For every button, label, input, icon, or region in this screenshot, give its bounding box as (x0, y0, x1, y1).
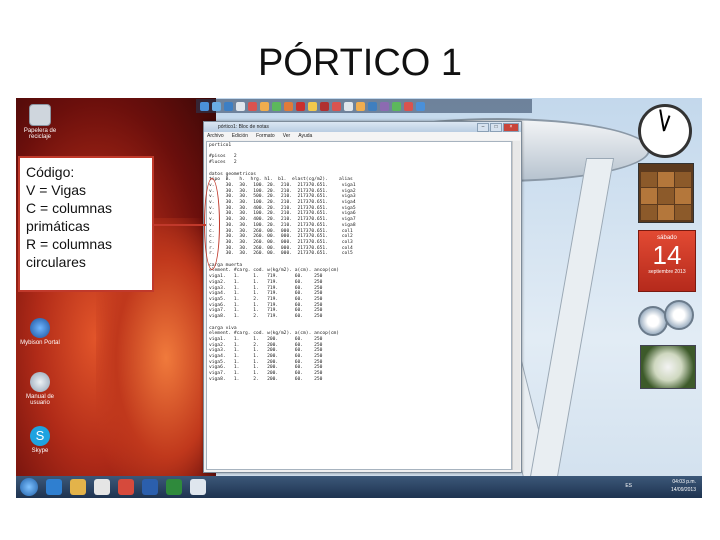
app-icon[interactable] (332, 101, 341, 111)
start-button[interactable] (20, 478, 38, 496)
recycle-bin-icon (29, 104, 51, 126)
menu-ayuda[interactable]: Ayuda (298, 132, 312, 140)
desktop-icon-recycle-bin[interactable]: Papelera de reciclaje (18, 104, 62, 140)
app-icon[interactable] (404, 101, 413, 111)
menu-edicion[interactable]: Edición (232, 132, 248, 140)
menu-ver[interactable]: Ver (283, 132, 291, 140)
app-icon[interactable] (416, 101, 425, 111)
cpu-meter-gadget[interactable] (638, 300, 694, 338)
desktop-icon-manual[interactable]: Manual de usuario (18, 372, 62, 406)
memory-gauge-icon (664, 300, 694, 330)
system-clock[interactable]: 04:03 p.m. 14/09/2013 (671, 478, 696, 494)
app-icon[interactable] (272, 101, 281, 111)
callout-connector (154, 224, 206, 226)
slideshow-gadget[interactable] (640, 345, 696, 389)
app-icon[interactable] (212, 101, 221, 111)
app-icon[interactable] (368, 101, 377, 111)
app-icon[interactable] (260, 101, 269, 111)
excel-icon[interactable] (166, 479, 182, 495)
notepad-title-bar[interactable]: pórtico1: Bloc de notas – □ × (204, 122, 521, 132)
legend-line: Código: (26, 164, 75, 180)
legend-line: primáticas (26, 218, 90, 234)
desktop-icon-skype[interactable]: S Skype (18, 426, 62, 454)
minimize-button[interactable]: – (477, 123, 489, 132)
app-icon[interactable] (320, 101, 329, 111)
desktop-icon-portal[interactable]: Mybison Portal (18, 318, 62, 346)
file-explorer-icon[interactable] (70, 479, 86, 495)
notepad-scrollbar[interactable] (512, 141, 520, 470)
menu-formato[interactable]: Formato (256, 132, 275, 140)
app-icon[interactable] (284, 101, 293, 111)
clock-gadget[interactable] (638, 104, 692, 158)
app-icon[interactable] (248, 101, 257, 111)
app-icon[interactable] (380, 101, 389, 111)
pdf-reader-icon[interactable] (118, 479, 134, 495)
clock-minute-hand (659, 109, 665, 132)
notepad-menu-bar: Archivo Edición Formato Ver Ayuda (204, 132, 521, 140)
app-icon[interactable] (392, 101, 401, 111)
app-icon[interactable] (296, 101, 305, 111)
notepad-text-area[interactable]: portico1 #pisos 2 #luces 2 datos geometr… (206, 141, 512, 470)
language-indicator[interactable]: ES (625, 483, 632, 489)
highlight-oval (204, 178, 220, 270)
quick-launch-bar (196, 99, 532, 113)
app-icon[interactable] (356, 101, 365, 111)
legend-line: V = Vigas (26, 182, 87, 198)
puzzle-gadget[interactable] (638, 163, 694, 223)
calendar-month-year: septiembre 2013 (648, 269, 686, 275)
app-icon[interactable] (308, 101, 317, 111)
internet-explorer-icon[interactable] (46, 479, 62, 495)
notepad-icon[interactable] (190, 479, 206, 495)
slide-title: PÓRTICO 1 (257, 42, 463, 84)
legend-line: C = columnas (26, 200, 112, 216)
legend-box: Código: V = Vigas C = columnas primática… (18, 156, 154, 292)
media-player-icon[interactable] (94, 479, 110, 495)
maximize-button[interactable]: □ (490, 123, 502, 132)
app-icon[interactable] (224, 101, 233, 111)
portal-icon (30, 318, 50, 338)
skype-icon: S (30, 426, 50, 446)
notepad-window: pórtico1: Bloc de notas – □ × Archivo Ed… (203, 121, 522, 473)
legend-line: circulares (26, 254, 86, 270)
app-icon[interactable] (236, 101, 245, 111)
app-icon[interactable] (200, 101, 209, 111)
calendar-day: 14 (652, 240, 682, 270)
app-icon[interactable] (344, 101, 353, 111)
word-icon[interactable] (142, 479, 158, 495)
taskbar: ES 04:03 p.m. 14/09/2013 (16, 476, 702, 498)
legend-line: R = columnas (26, 236, 112, 252)
manual-icon (30, 372, 50, 392)
menu-archivo[interactable]: Archivo (207, 132, 224, 140)
close-button[interactable]: × (503, 123, 519, 132)
calendar-gadget[interactable]: sábado 14 septiembre 2013 (638, 230, 696, 292)
